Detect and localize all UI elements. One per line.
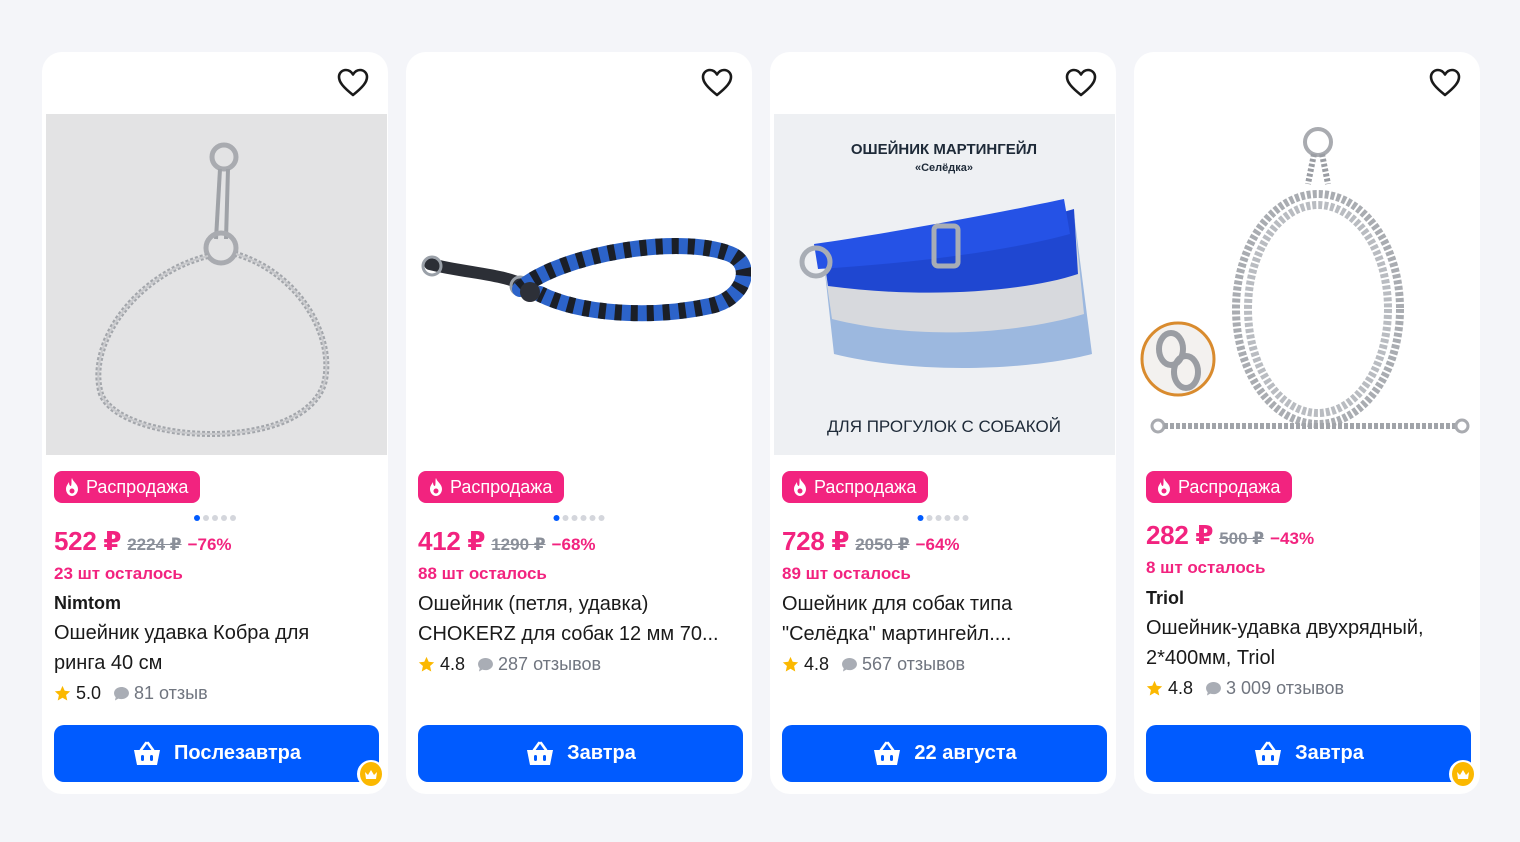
add-to-cart-button[interactable]: Послезавтра [54,725,379,782]
image-subheading: «Селёдка» [915,162,973,174]
product-card[interactable]: Распродажа 522 ₽ 2224 ₽ −76% 23 шт остал… [42,52,388,794]
product-image[interactable] [1138,114,1479,455]
rating[interactable]: 5.0 81 отзыв [54,683,208,704]
product-card[interactable]: Распродажа 282 ₽ 500 ₽ −43% 8 шт осталос… [1134,52,1480,794]
discount: −76% [187,535,232,554]
image-pagination[interactable] [194,515,236,521]
current-price: 282 ₽ [1146,520,1214,550]
brand-name[interactable]: Triol [1146,588,1184,609]
old-price: 1290 ₽ [491,535,546,554]
sale-badge: Распродажа [782,471,929,503]
flame-icon [1158,478,1170,496]
stock-left: 89 шт осталось [782,564,911,583]
star-icon [54,685,71,701]
flame-icon [794,478,806,496]
reviews-count: 81 отзыв [134,683,208,703]
product-card[interactable]: ОШЕЙНИК МАРТИНГЕЙЛ «Селёдка» ДЛЯ ПРОГУЛО… [770,52,1116,794]
image-pagination[interactable] [917,515,969,521]
sale-label: Распродажа [450,476,553,497]
product-title[interactable]: Ошейник (петля, удавка) CHOKERZ для соба… [418,589,728,649]
stock-left: 8 шт осталось [1146,558,1266,577]
rating-value: 5.0 [76,683,102,703]
add-to-cart-button[interactable]: Завтра [1146,725,1471,782]
flame-icon [66,478,78,496]
heart-icon[interactable] [336,66,370,100]
price-row: 522 ₽ 2224 ₽ −76% [54,526,232,557]
delivery-label: Завтра [567,742,636,764]
basket-icon [1255,741,1282,765]
star-icon [782,656,799,672]
reviews-count: 287 отзывов [498,654,602,674]
product-image[interactable]: ОШЕЙНИК МАРТИНГЕЙЛ «Селёдка» ДЛЯ ПРОГУЛО… [774,114,1115,455]
old-price: 500 ₽ [1219,529,1265,548]
stock-left: 23 шт осталось [54,564,183,583]
star-icon [418,656,435,672]
heart-icon[interactable] [1064,66,1098,100]
current-price: 412 ₽ [418,526,486,556]
sale-badge: Распродажа [1146,471,1293,503]
heart-icon[interactable] [700,66,734,100]
comment-icon [1206,681,1221,696]
discount: −43% [1270,529,1315,548]
rating-value: 4.8 [804,654,830,674]
product-title[interactable]: Ошейник для собак типа "Селёдка" мартинг… [782,589,1092,649]
product-card[interactable]: Распродажа 412 ₽ 1290 ₽ −68% 88 шт остал… [406,52,752,794]
current-price: 522 ₽ [54,526,122,556]
old-price: 2224 ₽ [127,535,182,554]
basket-icon [874,741,901,765]
add-to-cart-button[interactable]: Завтра [418,725,743,782]
discount: −68% [551,535,596,554]
premium-badge [357,760,385,788]
rating[interactable]: 4.8 3 009 отзывов [1146,678,1344,699]
sale-label: Распродажа [814,476,917,497]
rating-value: 4.8 [440,654,466,674]
product-image[interactable] [410,114,751,455]
product-title[interactable]: Ошейник-удавка двухрядный, 2*400мм, Trio… [1146,613,1456,673]
image-caption: ДЛЯ ПРОГУЛОК С СОБАКОЙ [827,417,1061,436]
product-image[interactable] [46,114,387,455]
reviews-count: 3 009 отзывов [1226,678,1345,698]
delivery-label: Завтра [1295,742,1364,764]
product-grid: Распродажа 522 ₽ 2224 ₽ −76% 23 шт остал… [42,52,1480,794]
star-icon [1146,680,1163,696]
heart-icon[interactable] [1428,66,1462,100]
sale-label: Распродажа [86,476,189,497]
sale-badge: Распродажа [418,471,565,503]
price-row: 282 ₽ 500 ₽ −43% [1146,520,1314,551]
flame-icon [430,478,442,496]
basket-icon [134,741,160,765]
add-to-cart-button[interactable]: 22 августа [782,725,1107,782]
premium-badge [1449,760,1477,788]
comment-icon [478,657,493,672]
price-row: 728 ₽ 2050 ₽ −64% [782,526,960,557]
image-heading: ОШЕЙНИК МАРТИНГЕЙЛ [851,140,1037,158]
sale-badge: Распродажа [54,471,201,503]
comment-icon [114,686,129,701]
brand-name[interactable]: Nimtom [54,593,121,614]
sale-label: Распродажа [1178,476,1281,497]
crown-icon [365,769,377,779]
basket-icon [527,741,554,765]
delivery-label: 22 августа [914,742,1017,764]
price-row: 412 ₽ 1290 ₽ −68% [418,526,596,557]
product-title[interactable]: Ошейник удавка Кобра для ринга 40 см [54,618,364,678]
discount: −64% [915,535,960,554]
image-pagination[interactable] [553,515,605,521]
delivery-label: Послезавтра [174,742,301,764]
reviews-count: 567 отзывов [862,654,966,674]
stock-left: 88 шт осталось [418,564,547,583]
old-price: 2050 ₽ [855,535,910,554]
comment-icon [842,657,857,672]
rating[interactable]: 4.8 287 отзывов [418,654,601,675]
current-price: 728 ₽ [782,526,850,556]
crown-icon [1457,769,1469,779]
rating-value: 4.8 [1168,678,1194,698]
rating[interactable]: 4.8 567 отзывов [782,654,965,675]
